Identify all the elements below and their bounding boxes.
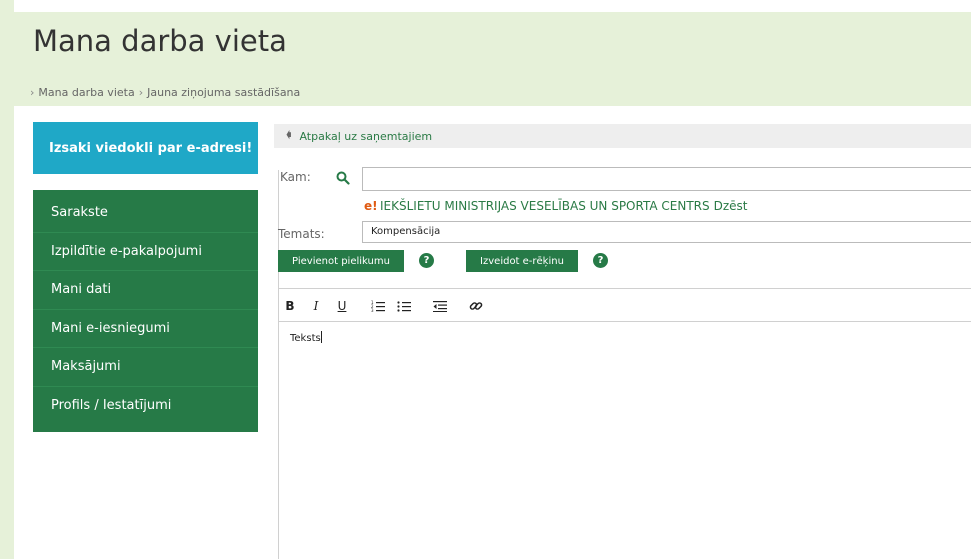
breadcrumb-item-home[interactable]: Mana darba vieta — [38, 86, 134, 99]
frame-left-band — [0, 0, 14, 559]
breadcrumb-item-current: Jauna ziņojuma sastādīšana — [147, 86, 301, 99]
back-to-inbox-link[interactable]: Atpakaļ uz saņemtajiem — [299, 130, 432, 143]
recipient-eaddress-icon: e! — [364, 199, 378, 213]
editor-top-border — [278, 288, 971, 289]
add-attachment-button[interactable]: Pievienot pielikumu — [278, 250, 404, 272]
search-icon[interactable] — [336, 171, 350, 185]
sidebar-item-sarakste[interactable]: Sarakste — [33, 194, 258, 233]
subject-input[interactable]: Kompensācija — [362, 221, 971, 243]
message-body-text: Teksts — [290, 333, 321, 344]
breadcrumb: › Mana darba vieta › Jauna ziņojuma sastādī… — [30, 86, 301, 99]
help-icon[interactable]: ? — [593, 253, 608, 268]
help-icon[interactable]: ? — [419, 253, 434, 268]
feedback-button[interactable]: Izsaki viedokli par e-adresi! — [33, 122, 258, 174]
outdent-icon[interactable] — [430, 296, 450, 316]
create-invoice-button[interactable]: Izveidot e-rēķinu — [466, 250, 578, 272]
italic-button[interactable]: I — [306, 296, 326, 316]
svg-text:3: 3 — [371, 308, 374, 312]
underline-button[interactable]: U — [332, 296, 352, 316]
sidebar-nav: Sarakste Izpildītie e-pakalpojumi Mani d… — [33, 190, 258, 432]
link-icon[interactable] — [466, 296, 486, 316]
editor-toolbar: B I U 123 — [280, 292, 492, 320]
to-label: Kam: — [280, 170, 311, 184]
sidebar-item-e-pakalpojumi[interactable]: Izpildītie e-pakalpojumi — [33, 233, 258, 271]
editor-toolbar-border — [278, 321, 971, 322]
to-input[interactable] — [362, 167, 971, 191]
bold-button[interactable]: B — [280, 296, 300, 316]
message-body-editor[interactable]: Teksts — [290, 331, 322, 344]
subject-label: Temats: — [278, 227, 325, 241]
recipient-delete-link[interactable]: Dzēst — [714, 199, 748, 213]
ordered-list-icon[interactable]: 123 — [368, 296, 388, 316]
sidebar-item-e-iesniegumi[interactable]: Mani e-iesniegumi — [33, 310, 258, 348]
sidebar-item-profils[interactable]: Profils / Iestatījumi — [33, 387, 258, 426]
page-title: Mana darba vieta — [33, 24, 287, 58]
recipient-chip: e! IEKŠLIETU MINISTRIJAS VESELĪBAS UN SP… — [364, 199, 748, 213]
sidebar-item-mani-dati[interactable]: Mani dati — [33, 271, 258, 310]
recipient-name: IEKŠLIETU MINISTRIJAS VESELĪBAS UN SPORT… — [380, 199, 710, 213]
unordered-list-icon[interactable] — [394, 296, 414, 316]
text-caret — [320, 331, 322, 343]
sidebar-item-maksajumi[interactable]: Maksājumi — [33, 348, 258, 387]
back-arrow-icon: 🡀 — [286, 129, 292, 141]
back-bar: 🡀 Atpakaļ uz saņemtajiem — [274, 124, 971, 148]
